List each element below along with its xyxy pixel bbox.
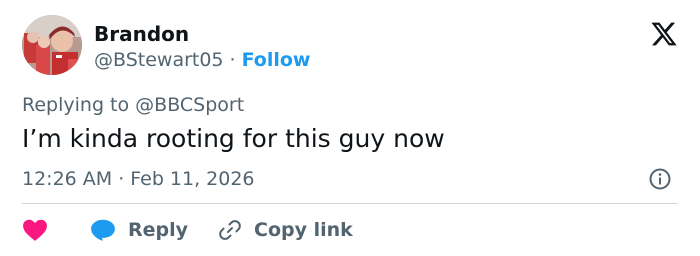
reply-label: Reply <box>128 219 189 241</box>
action-bar: Reply Copy link <box>22 214 353 246</box>
x-logo-icon[interactable] <box>650 20 678 48</box>
replying-prefix: Replying to <box>22 94 130 116</box>
tweet-card: Brandon @BStewart05 · Follow Replying to @… <box>0 0 700 256</box>
copy-link-label: Copy link <box>254 219 353 241</box>
tweet-time: 12:26 AM <box>22 168 113 190</box>
link-icon <box>219 220 241 240</box>
tweet-date: Feb 11, 2026 <box>130 168 255 190</box>
replying-to: Replying to @BBCSport <box>22 92 244 118</box>
timestamp[interactable]: 12:26 AM · Feb 11, 2026 <box>22 166 255 192</box>
avatar-image <box>22 15 82 75</box>
follow-button[interactable]: Follow <box>242 49 311 71</box>
reply-button[interactable]: Reply <box>90 218 188 242</box>
reply-mention-link[interactable]: @BBCSport <box>135 94 244 116</box>
info-icon[interactable] <box>648 167 672 191</box>
divider <box>22 203 678 204</box>
display-name[interactable]: Brandon <box>94 22 189 46</box>
heart-icon[interactable] <box>22 218 48 242</box>
user-handle[interactable]: @BStewart05 <box>94 49 224 71</box>
avatar[interactable] <box>22 15 82 75</box>
timestamp-separator: · <box>118 168 125 190</box>
tweet-text: I’m kinda rooting for this guy now <box>22 124 445 153</box>
handle-row: @BStewart05 · Follow <box>94 48 310 72</box>
chat-bubble-icon <box>91 219 115 241</box>
copy-link-button[interactable]: Copy link <box>218 218 353 242</box>
handle-separator: · <box>229 49 236 71</box>
